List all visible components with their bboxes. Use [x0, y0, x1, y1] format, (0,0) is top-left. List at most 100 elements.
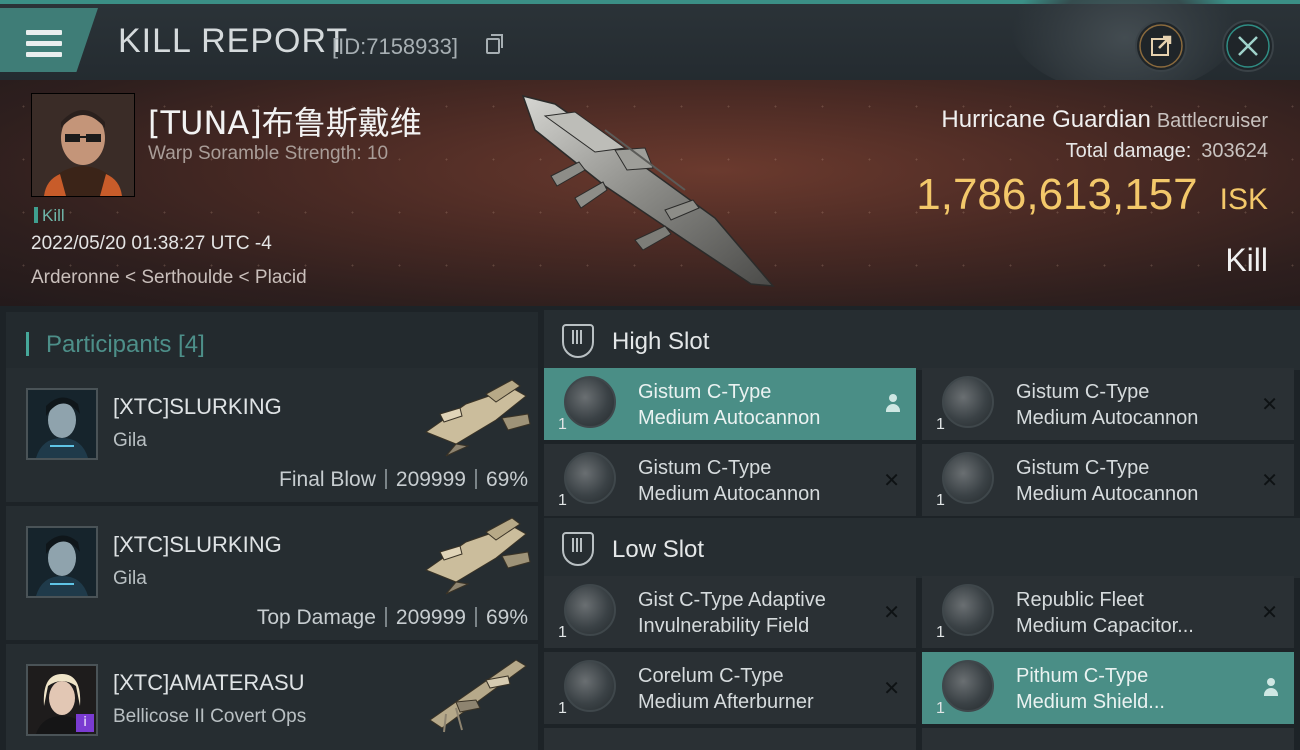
result-tag: Kill: [1225, 242, 1268, 278]
close-icon: [1226, 24, 1270, 68]
participant-card[interactable]: [XTC]SLURKING Gila Final Blow 209999 69%: [6, 368, 538, 502]
hamburger-icon-bar: [26, 52, 62, 57]
stat-divider: [384, 469, 387, 489]
module-name: Corelum C-Type Medium Afterburner: [638, 663, 814, 715]
module-slot[interactable]: 1 Gistum C-Type Medium Autocannon ✕: [922, 444, 1294, 516]
participant-stats: Final Blow 209999 69%: [279, 468, 528, 492]
person-icon: [1264, 678, 1278, 696]
module-name-line1: Pithum C-Type: [1016, 665, 1149, 687]
participant-ship: Gila: [113, 430, 147, 451]
kill-tag-label: Kill: [42, 206, 65, 225]
participant-ship: Bellicose II Covert Ops: [113, 706, 307, 727]
module-name-line1: Gistum C-Type: [638, 381, 772, 403]
copy-icon[interactable]: [486, 34, 503, 54]
module-slot[interactable]: 1 Gist C-Type Adaptive Invulnerability Fi…: [544, 576, 916, 648]
victim-name[interactable]: [TUNA]布鲁斯戴维: [148, 98, 422, 144]
module-quantity: 1: [558, 492, 567, 509]
destroyed-icon: ✕: [1261, 600, 1278, 624]
module-slot-partial[interactable]: [544, 728, 916, 750]
invulnerability-field-icon: [564, 584, 616, 636]
participant-ship-image: [424, 379, 531, 457]
victim-subtitle: Warp Soramble Strength: 10: [148, 143, 389, 164]
fitting-panel: High Slot 1 Gistum C-Type Medium Autocann…: [540, 306, 1300, 750]
hamburger-icon-bar: [26, 41, 62, 46]
participants-header: Participants [4]: [6, 312, 538, 372]
participant-damage: 209999: [395, 606, 466, 629]
capacitor-booster-icon: [942, 584, 994, 636]
module-name-line2: Medium Autocannon: [1016, 407, 1199, 429]
module-name-line1: Gistum C-Type: [638, 457, 772, 479]
module-slot-partial[interactable]: [922, 728, 1294, 750]
module-name-line1: Gistum C-Type: [1016, 457, 1150, 479]
module-name-line1: Corelum C-Type: [638, 665, 784, 687]
low-slot-icon: [562, 532, 594, 566]
module-slot[interactable]: 1 Gistum C-Type Medium Autocannon ✕: [922, 368, 1294, 440]
person-icon: [886, 394, 900, 412]
victim-summary: [TUNA]布鲁斯戴维 Warp Soramble Strength: 10 K…: [0, 80, 1300, 306]
module-name-line2: Invulnerability Field: [638, 615, 810, 637]
total-damage-value: 303624: [1201, 140, 1268, 162]
low-slot-title: Low Slot: [612, 536, 705, 563]
participant-portrait: [26, 526, 98, 598]
isk-currency: ISK: [1219, 183, 1268, 216]
kill-location[interactable]: Arderonne < Serthoulde < Placid: [31, 267, 307, 289]
autocannon-icon: [564, 452, 616, 504]
module-slot[interactable]: 1 Republic Fleet Medium Capacitor... ✕: [922, 576, 1294, 648]
module-name: Gistum C-Type Medium Autocannon: [1016, 379, 1198, 431]
module-slot[interactable]: 1 Corelum C-Type Medium Afterburner ✕: [544, 652, 916, 724]
participant-portrait: [26, 388, 98, 460]
victim-portrait[interactable]: [31, 93, 135, 197]
participant-name: [XTC]SLURKING: [113, 532, 282, 557]
ship-name[interactable]: Hurricane Guardian Battlecruiser: [941, 106, 1268, 134]
participant-ship-image: [429, 659, 527, 733]
participant-card[interactable]: i [XTC]AMATERASU Bellicose II Covert Ops: [6, 644, 538, 750]
module-quantity: 1: [936, 492, 945, 509]
module-name-line2: Medium Autocannon: [638, 483, 821, 505]
high-slot-icon: [562, 324, 594, 358]
shield-booster-icon: [942, 660, 994, 712]
module-slot[interactable]: 1 Gistum C-Type Medium Autocannon ✕: [544, 444, 916, 516]
isk-amount: 1,786,613,157: [916, 170, 1198, 219]
victim-ship-image[interactable]: [515, 90, 785, 290]
participants-title: Participants [4]: [46, 331, 205, 358]
participant-name: [XTC]SLURKING: [113, 394, 282, 419]
module-quantity: 1: [558, 624, 567, 641]
participant-ship-image: [424, 517, 531, 595]
share-button[interactable]: [1135, 20, 1187, 72]
menu-button[interactable]: [0, 8, 98, 72]
module-name: Republic Fleet Medium Capacitor...: [1016, 587, 1194, 639]
stat-divider: [474, 469, 477, 489]
stat-divider: [384, 607, 387, 627]
total-damage: Total damage: 303624: [1066, 140, 1268, 163]
module-name-line2: Medium Autocannon: [1016, 483, 1199, 505]
module-name-line1: Gistum C-Type: [1016, 381, 1150, 403]
module-name-line1: Gist C-Type Adaptive: [638, 589, 826, 611]
module-name: Pithum C-Type Medium Shield...: [1016, 663, 1165, 715]
high-slot-header: High Slot: [544, 310, 1300, 370]
participant-percent: 69%: [485, 606, 528, 629]
autocannon-icon: [942, 452, 994, 504]
module-quantity: 1: [936, 624, 945, 641]
close-button[interactable]: [1222, 20, 1274, 72]
participant-name: [XTC]AMATERASU: [113, 670, 305, 695]
pilot-portrait-image: [32, 94, 134, 196]
module-name-line2: Medium Capacitor...: [1016, 615, 1194, 637]
stat-divider: [474, 607, 477, 627]
pilot-portrait-image: [28, 528, 96, 596]
page-title: KILL REPORT: [118, 22, 349, 60]
participant-card[interactable]: [XTC]SLURKING Gila Top Damage 209999 69%: [6, 506, 538, 640]
module-name: Gistum C-Type Medium Autocannon: [638, 455, 820, 507]
participant-damage: 209999: [395, 468, 466, 491]
destroyed-icon: ✕: [883, 468, 900, 492]
share-icon: [1139, 24, 1183, 68]
module-name-line2: Medium Shield...: [1016, 691, 1165, 713]
ship-class: Battlecruiser: [1156, 110, 1268, 132]
low-slot-header: Low Slot: [544, 518, 1300, 578]
destroyed-icon: ✕: [1261, 392, 1278, 416]
info-badge: i: [76, 714, 94, 732]
ship-type: Hurricane Guardian: [941, 106, 1151, 133]
isk-value: 1,786,613,157 ISK: [916, 170, 1268, 220]
module-slot[interactable]: 1 Pithum C-Type Medium Shield...: [922, 652, 1294, 724]
module-slot[interactable]: 1 Gistum C-Type Medium Autocannon: [544, 368, 916, 440]
top-bar: KILL REPORT [ID:7158933]: [0, 0, 1300, 94]
